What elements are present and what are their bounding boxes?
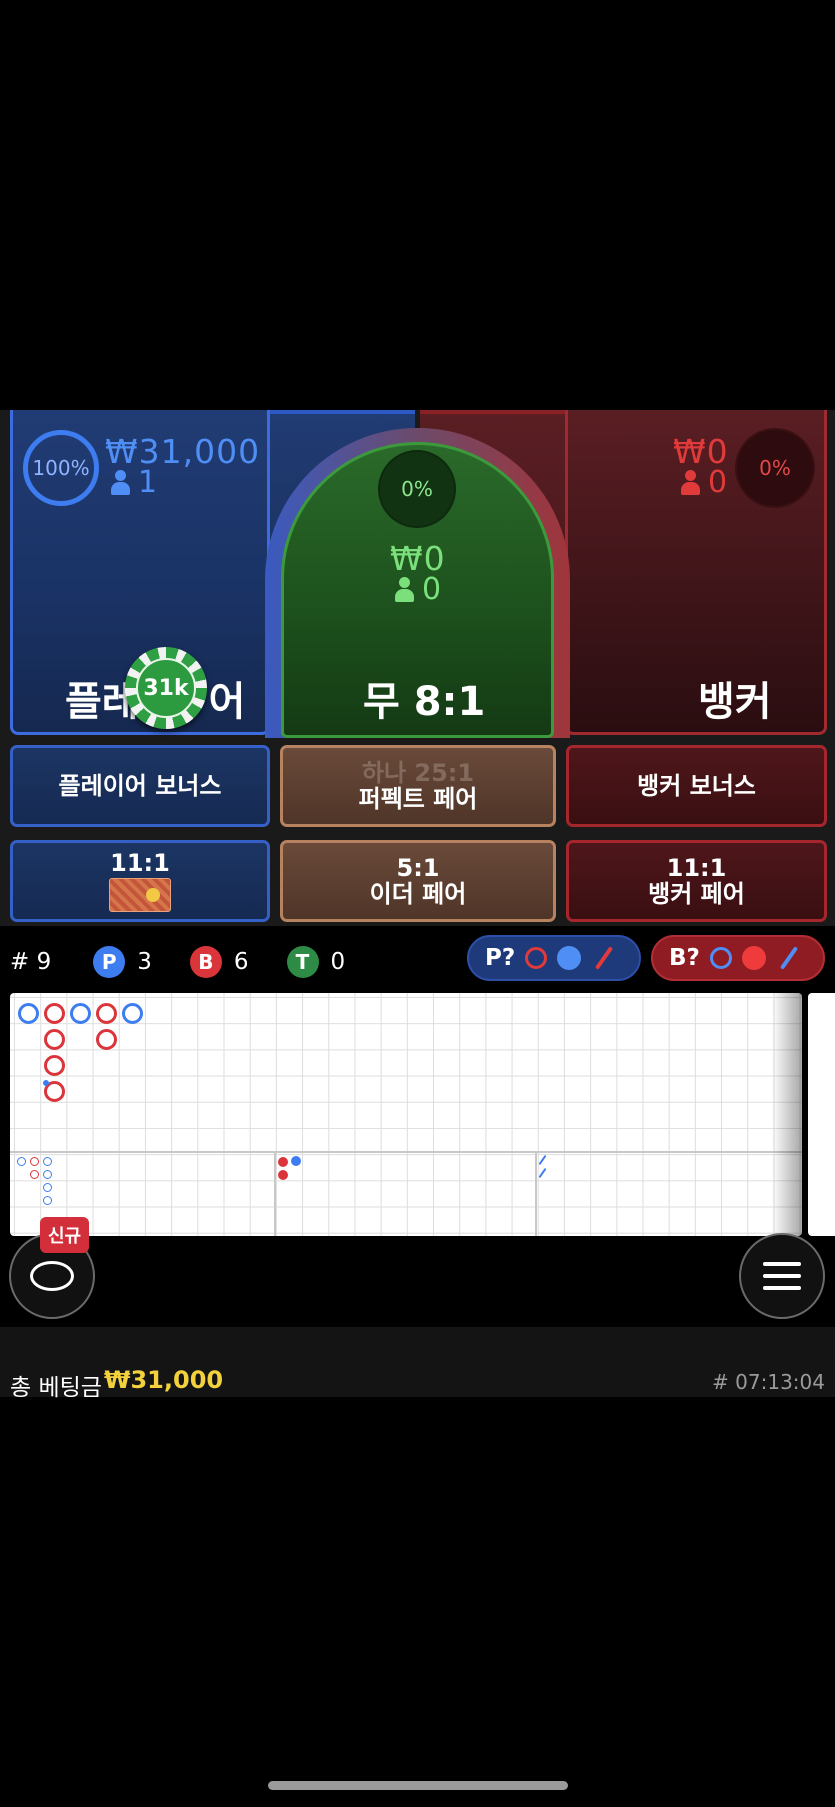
road-bead-player [18, 1003, 39, 1024]
banker-percent-circle: 0% [737, 430, 813, 506]
player-badge: P [93, 946, 126, 978]
banker-percent: 0% [759, 456, 791, 480]
banker-count-value: 0 [708, 465, 728, 500]
perfect-pair-button[interactable]: 하나 25:1 퍼펙트 페어 [280, 745, 556, 827]
road-divider [10, 1151, 802, 1153]
player-label-right: 어 [208, 679, 246, 725]
road-divider [274, 1151, 276, 1236]
either-pair-odds: 5:1 [396, 853, 440, 882]
road-bead-player [70, 1003, 91, 1024]
next-roadmap-peek[interactable] [808, 993, 835, 1236]
player-count: 1 [110, 468, 157, 498]
small-road-mark [278, 1157, 288, 1167]
cockroach-mark [538, 1167, 547, 1179]
big-eye-mark [43, 1157, 52, 1166]
big-eye-mark [30, 1157, 39, 1166]
road-bead-banker [44, 1055, 65, 1076]
player-wins: 3 [137, 949, 152, 975]
red-ring-icon [525, 947, 548, 969]
player-percent: 100% [32, 456, 90, 480]
betting-table: 100% ₩31,000 1 플레 어 31k 0% ₩0 0 무 8:1 0% … [0, 410, 835, 981]
blue-slash-icon [779, 946, 798, 970]
banker-pair-odds: 11:1 [666, 853, 727, 882]
big-eye-mark [43, 1196, 52, 1205]
round-number: # 9 [10, 949, 52, 975]
banker-wins: 6 [233, 949, 249, 975]
either-pair-button[interactable]: 5:1 이더 페어 [280, 840, 556, 922]
total-bet-label: 총 베팅금 [10, 1375, 102, 1401]
player-predict-button[interactable]: P? [467, 935, 641, 981]
banker-predict-label: B? [669, 945, 700, 971]
tie-percent: 0% [401, 477, 433, 501]
either-pair-label: 이더 페어 [369, 880, 467, 908]
player-bonus-button[interactable]: 플레이어 보너스 [10, 745, 270, 827]
player-bonus-label: 플레이어 보너스 [58, 771, 222, 800]
blue-dot-icon [557, 946, 582, 970]
road-bead-banker [96, 1029, 117, 1050]
total-bet-value: ₩31,000 [104, 1366, 224, 1394]
tie-percent-circle: 0% [380, 452, 454, 526]
big-eye-mark [30, 1170, 39, 1179]
banker-badge: B [189, 946, 222, 978]
player-pair-button[interactable]: 11:1 [10, 840, 270, 922]
banker-count: 0 [680, 468, 727, 498]
red-dot-icon [741, 946, 766, 970]
chat-bubble-icon [30, 1261, 74, 1291]
small-road-mark [278, 1170, 288, 1180]
perfect-pair-label: 퍼펙트 페어 [358, 785, 478, 813]
hamburger-menu-icon [763, 1262, 801, 1290]
player-amount: ₩31,000 [105, 432, 261, 471]
road-bead-player [122, 1003, 143, 1024]
banker-amount: ₩0 [673, 432, 729, 471]
small-road-mark [291, 1156, 301, 1166]
game-clock: # 07:13:04 [712, 1370, 825, 1394]
player-count-value: 1 [138, 465, 158, 500]
bet-chip[interactable]: 31k [125, 647, 207, 729]
scoreboard-roadmap[interactable] [10, 993, 802, 1236]
banker-pair-label: 뱅커 페어 [648, 880, 745, 908]
tie-amount: ₩0 [390, 539, 446, 578]
banker-bonus-label: 뱅커 보너스 [637, 771, 756, 800]
player-percent-circle: 100% [23, 430, 99, 506]
perfect-pair-odds: 하나 25:1 [361, 758, 475, 787]
tie-label: 무 8:1 [363, 679, 486, 725]
red-slash-icon [595, 946, 614, 970]
cockroach-mark [538, 1154, 547, 1166]
banker-bonus-button[interactable]: 뱅커 보너스 [566, 745, 827, 827]
player-predict-label: P? [485, 945, 516, 971]
person-icon [394, 577, 414, 603]
new-badge: 신규 [40, 1217, 90, 1253]
player-pair-odds: 11:1 [110, 848, 170, 877]
big-eye-mark [43, 1183, 52, 1192]
home-indicator[interactable] [268, 1781, 568, 1790]
tie-wins: 0 [330, 949, 346, 975]
road-bead-banker [96, 1003, 117, 1024]
banker-label: 뱅커 [698, 679, 772, 725]
person-icon [680, 470, 700, 496]
banker-pair-button[interactable]: 11:1 뱅커 페어 [566, 840, 827, 922]
round-stats: # 9 P 3 B 6 T 0 [10, 940, 345, 984]
player-pair-card-icon [109, 878, 171, 913]
road-scroll-shadow [772, 993, 802, 1236]
pair-marker [43, 1080, 49, 1086]
tie-count: 0 [394, 575, 441, 605]
big-eye-mark [17, 1157, 26, 1166]
road-bead-banker [44, 1029, 65, 1050]
road-divider [535, 1151, 537, 1236]
road-bead-banker [44, 1003, 65, 1024]
blue-ring-icon [709, 947, 732, 969]
tie-count-value: 0 [422, 572, 442, 607]
tie-badge: T [286, 946, 319, 978]
banker-predict-button[interactable]: B? [651, 935, 825, 981]
menu-button[interactable] [739, 1233, 825, 1319]
chip-value: 31k [136, 658, 196, 718]
person-icon [110, 470, 130, 496]
big-eye-mark [43, 1170, 52, 1179]
